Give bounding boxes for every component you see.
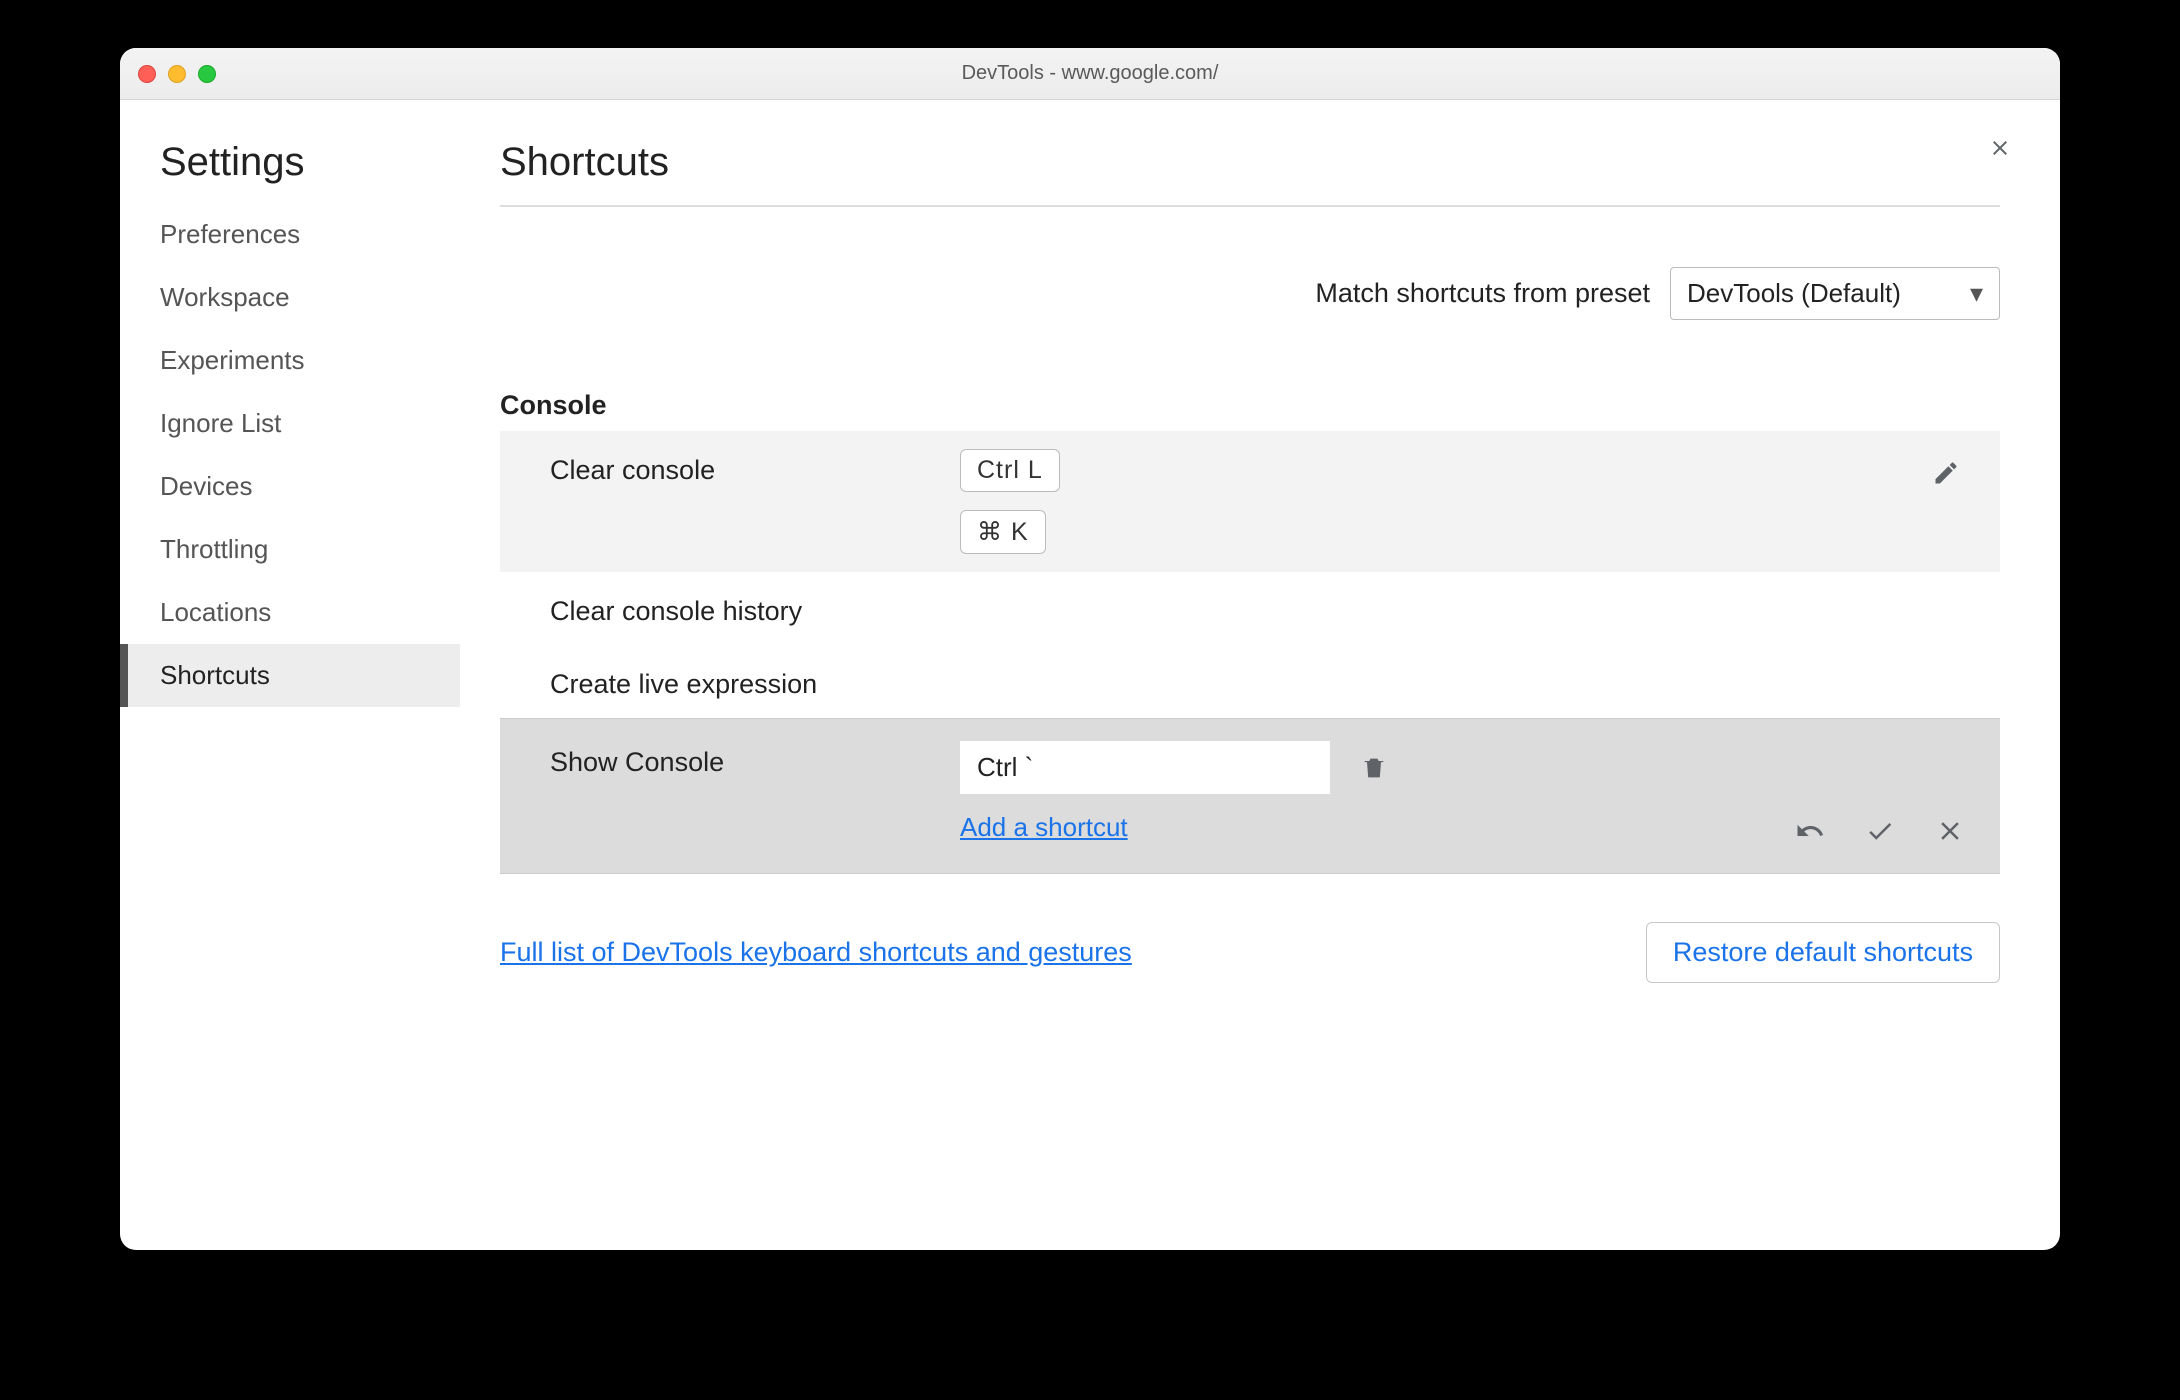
sidebar-item-preferences[interactable]: Preferences [120, 203, 460, 266]
traffic-lights [138, 65, 216, 83]
main-panel: Shortcuts Match shortcuts from preset De… [460, 100, 2060, 1250]
preset-select-value: DevTools (Default) [1687, 278, 1901, 309]
help-link[interactable]: Full list of DevTools keyboard shortcuts… [500, 937, 1132, 968]
sidebar-item-label: Shortcuts [160, 660, 270, 690]
preset-label: Match shortcuts from preset [1315, 278, 1650, 309]
shortcut-name: Show Console [550, 741, 960, 778]
footer-row: Full list of DevTools keyboard shortcuts… [500, 922, 2000, 983]
sidebar-item-label: Devices [160, 471, 252, 501]
check-icon [1865, 816, 1895, 846]
preset-select[interactable]: DevTools (Default) ▾ [1670, 267, 2000, 320]
undo-button[interactable] [1790, 811, 1830, 851]
sidebar-item-workspace[interactable]: Workspace [120, 266, 460, 329]
keycap: ⌘ K [960, 510, 1046, 554]
pencil-icon [1932, 459, 1960, 487]
chevron-down-icon: ▾ [1970, 278, 1983, 309]
shortcut-input[interactable] [960, 741, 1330, 794]
sidebar-item-throttling[interactable]: Throttling [120, 518, 460, 581]
close-icon [1988, 136, 2012, 160]
sidebar-item-label: Ignore List [160, 408, 281, 438]
sidebar-item-devices[interactable]: Devices [120, 455, 460, 518]
sidebar-item-label: Experiments [160, 345, 305, 375]
window-title: DevTools - www.google.com/ [120, 62, 2060, 85]
sidebar-item-experiments[interactable]: Experiments [120, 329, 460, 392]
page-title: Shortcuts [500, 140, 2000, 207]
close-settings-button[interactable] [1980, 128, 2020, 168]
keycap: Ctrl L [960, 449, 1060, 492]
sidebar-item-label: Throttling [160, 534, 268, 564]
restore-defaults-button[interactable]: Restore default shortcuts [1646, 922, 2000, 983]
close-icon [1935, 816, 1965, 846]
confirm-button[interactable] [1860, 811, 1900, 851]
titlebar[interactable]: DevTools - www.google.com/ [120, 48, 2060, 100]
cancel-button[interactable] [1930, 811, 1970, 851]
shortcut-name: Clear console [550, 449, 960, 486]
shortcut-row-clear-console: Clear console Ctrl L ⌘ K [500, 431, 2000, 572]
preset-row: Match shortcuts from preset DevTools (De… [500, 267, 2000, 320]
app-window: DevTools - www.google.com/ Settings Pref… [120, 48, 2060, 1250]
sidebar-item-label: Workspace [160, 282, 290, 312]
shortcut-row-show-console-editing: Show Console Add a shortcut [500, 718, 2000, 874]
sidebar-item-shortcuts[interactable]: Shortcuts [120, 644, 460, 707]
maximize-window-button[interactable] [198, 65, 216, 83]
edit-shortcut-button[interactable] [1922, 449, 1970, 497]
undo-icon [1795, 816, 1825, 846]
shortcut-keys: Ctrl L ⌘ K [960, 449, 1922, 554]
settings-sidebar: Settings Preferences Workspace Experimen… [120, 100, 460, 1250]
shortcut-row-create-live: Create live expression [500, 645, 2000, 718]
minimize-window-button[interactable] [168, 65, 186, 83]
close-window-button[interactable] [138, 65, 156, 83]
delete-shortcut-button[interactable] [1350, 744, 1398, 792]
shortcut-row-clear-history: Clear console history [500, 572, 2000, 645]
sidebar-item-ignore-list[interactable]: Ignore List [120, 392, 460, 455]
sidebar-item-label: Locations [160, 597, 271, 627]
shortcut-name: Create live expression [550, 663, 960, 700]
add-shortcut-link[interactable]: Add a shortcut [960, 812, 1128, 843]
sidebar-item-locations[interactable]: Locations [120, 581, 460, 644]
edit-actions [1790, 811, 1970, 851]
section-header-console: Console [500, 390, 2000, 421]
shortcut-name: Clear console history [550, 590, 960, 627]
trash-icon [1360, 754, 1388, 782]
sidebar-title: Settings [120, 140, 460, 203]
sidebar-item-label: Preferences [160, 219, 300, 249]
